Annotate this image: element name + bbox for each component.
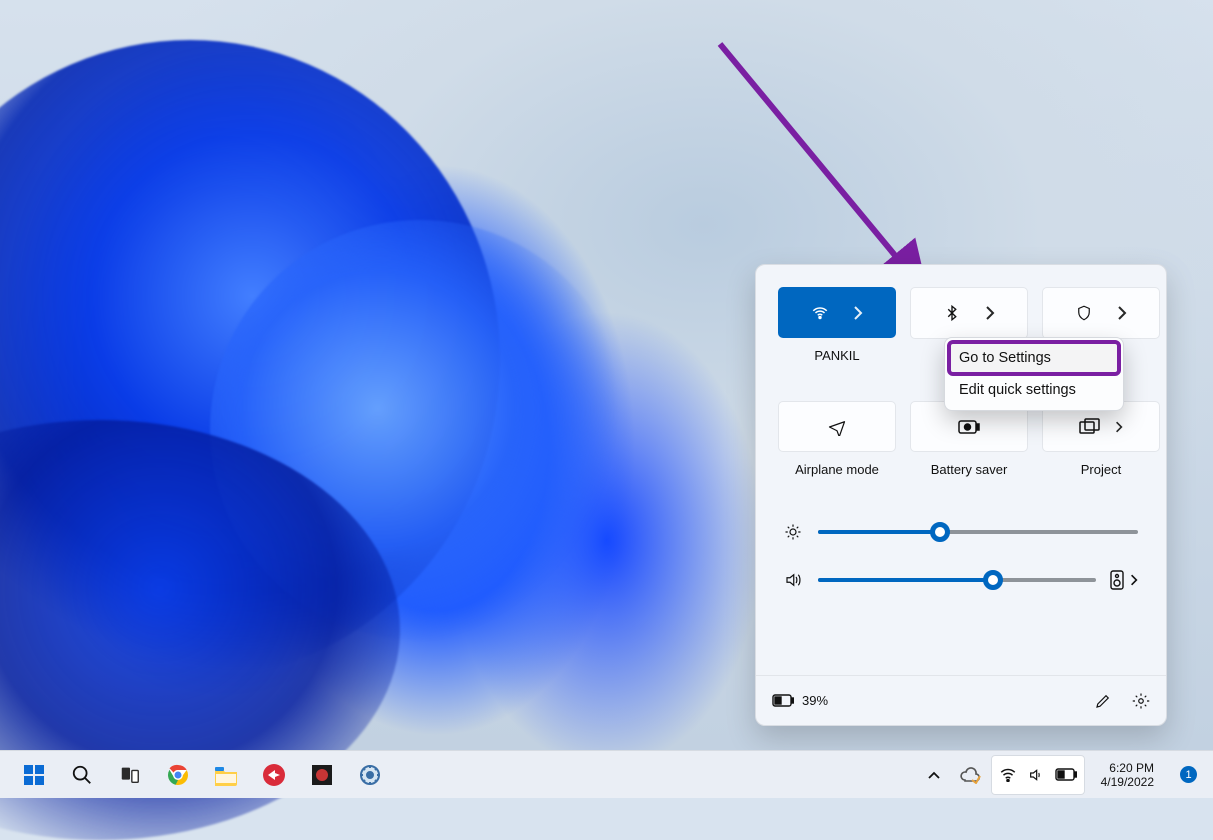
wifi-tray-icon [999,767,1017,782]
wifi-tile[interactable] [778,287,896,338]
notification-center-button[interactable]: 1 [1170,755,1201,795]
brightness-slider[interactable] [784,515,1138,549]
chevron-right-icon[interactable] [1117,306,1127,320]
wifi-icon [811,304,829,322]
chevron-right-icon[interactable] [1115,421,1123,433]
search-button[interactable] [62,755,102,795]
onedrive-tray-icon[interactable] [951,755,989,795]
clock-date: 4/19/2022 [1101,775,1154,789]
brightness-icon [784,523,804,541]
app-taskbar-icon-1[interactable] [254,755,294,795]
quick-settings-panel: PANKIL [755,264,1167,726]
settings-taskbar-icon[interactable] [350,755,390,795]
volume-slider[interactable] [784,563,1138,597]
edit-quick-settings-button[interactable] [1094,692,1112,710]
volume-tray-icon [1027,767,1045,783]
project-icon [1079,418,1101,436]
context-go-to-settings[interactable]: Go to Settings [949,342,1119,374]
task-view-button[interactable] [110,755,150,795]
battery-icon [772,694,794,707]
battery-saver-icon [958,419,980,435]
audio-output-button[interactable] [1110,570,1124,590]
chevron-right-icon[interactable] [853,306,863,320]
battery-saver-label: Battery saver [931,462,1008,477]
tray-overflow-button[interactable] [919,755,949,795]
wifi-tile-label: PANKIL [814,348,859,363]
airplane-mode-label: Airplane mode [795,462,879,477]
battery-tray-icon [1055,768,1077,781]
bluetooth-tile[interactable] [910,287,1028,339]
clock-tray[interactable]: 6:20 PM 4/19/2022 [1087,755,1168,795]
project-label: Project [1081,462,1121,477]
taskbar: 6:20 PM 4/19/2022 1 [0,750,1213,798]
bluetooth-icon [943,304,961,322]
battery-status[interactable]: 39% [772,693,828,708]
tile-context-menu: Go to Settings Edit quick settings [944,337,1124,411]
chrome-taskbar-icon[interactable] [158,755,198,795]
chevron-right-icon[interactable] [1130,574,1138,586]
clock-time: 6:20 PM [1101,761,1154,775]
notification-count-badge: 1 [1180,766,1197,783]
airplane-mode-tile[interactable] [778,401,896,452]
open-settings-button[interactable] [1132,692,1150,710]
file-explorer-taskbar-icon[interactable] [206,755,246,795]
chevron-right-icon[interactable] [985,306,995,320]
volume-icon [784,571,804,589]
security-tile[interactable] [1042,287,1160,339]
airplane-icon [828,418,846,436]
app-taskbar-icon-2[interactable] [302,755,342,795]
context-edit-quick-settings[interactable]: Edit quick settings [949,374,1119,406]
battery-percent-text: 39% [802,693,828,708]
system-tray-group[interactable] [991,755,1085,795]
shield-icon [1075,304,1093,322]
start-button[interactable] [14,755,54,795]
